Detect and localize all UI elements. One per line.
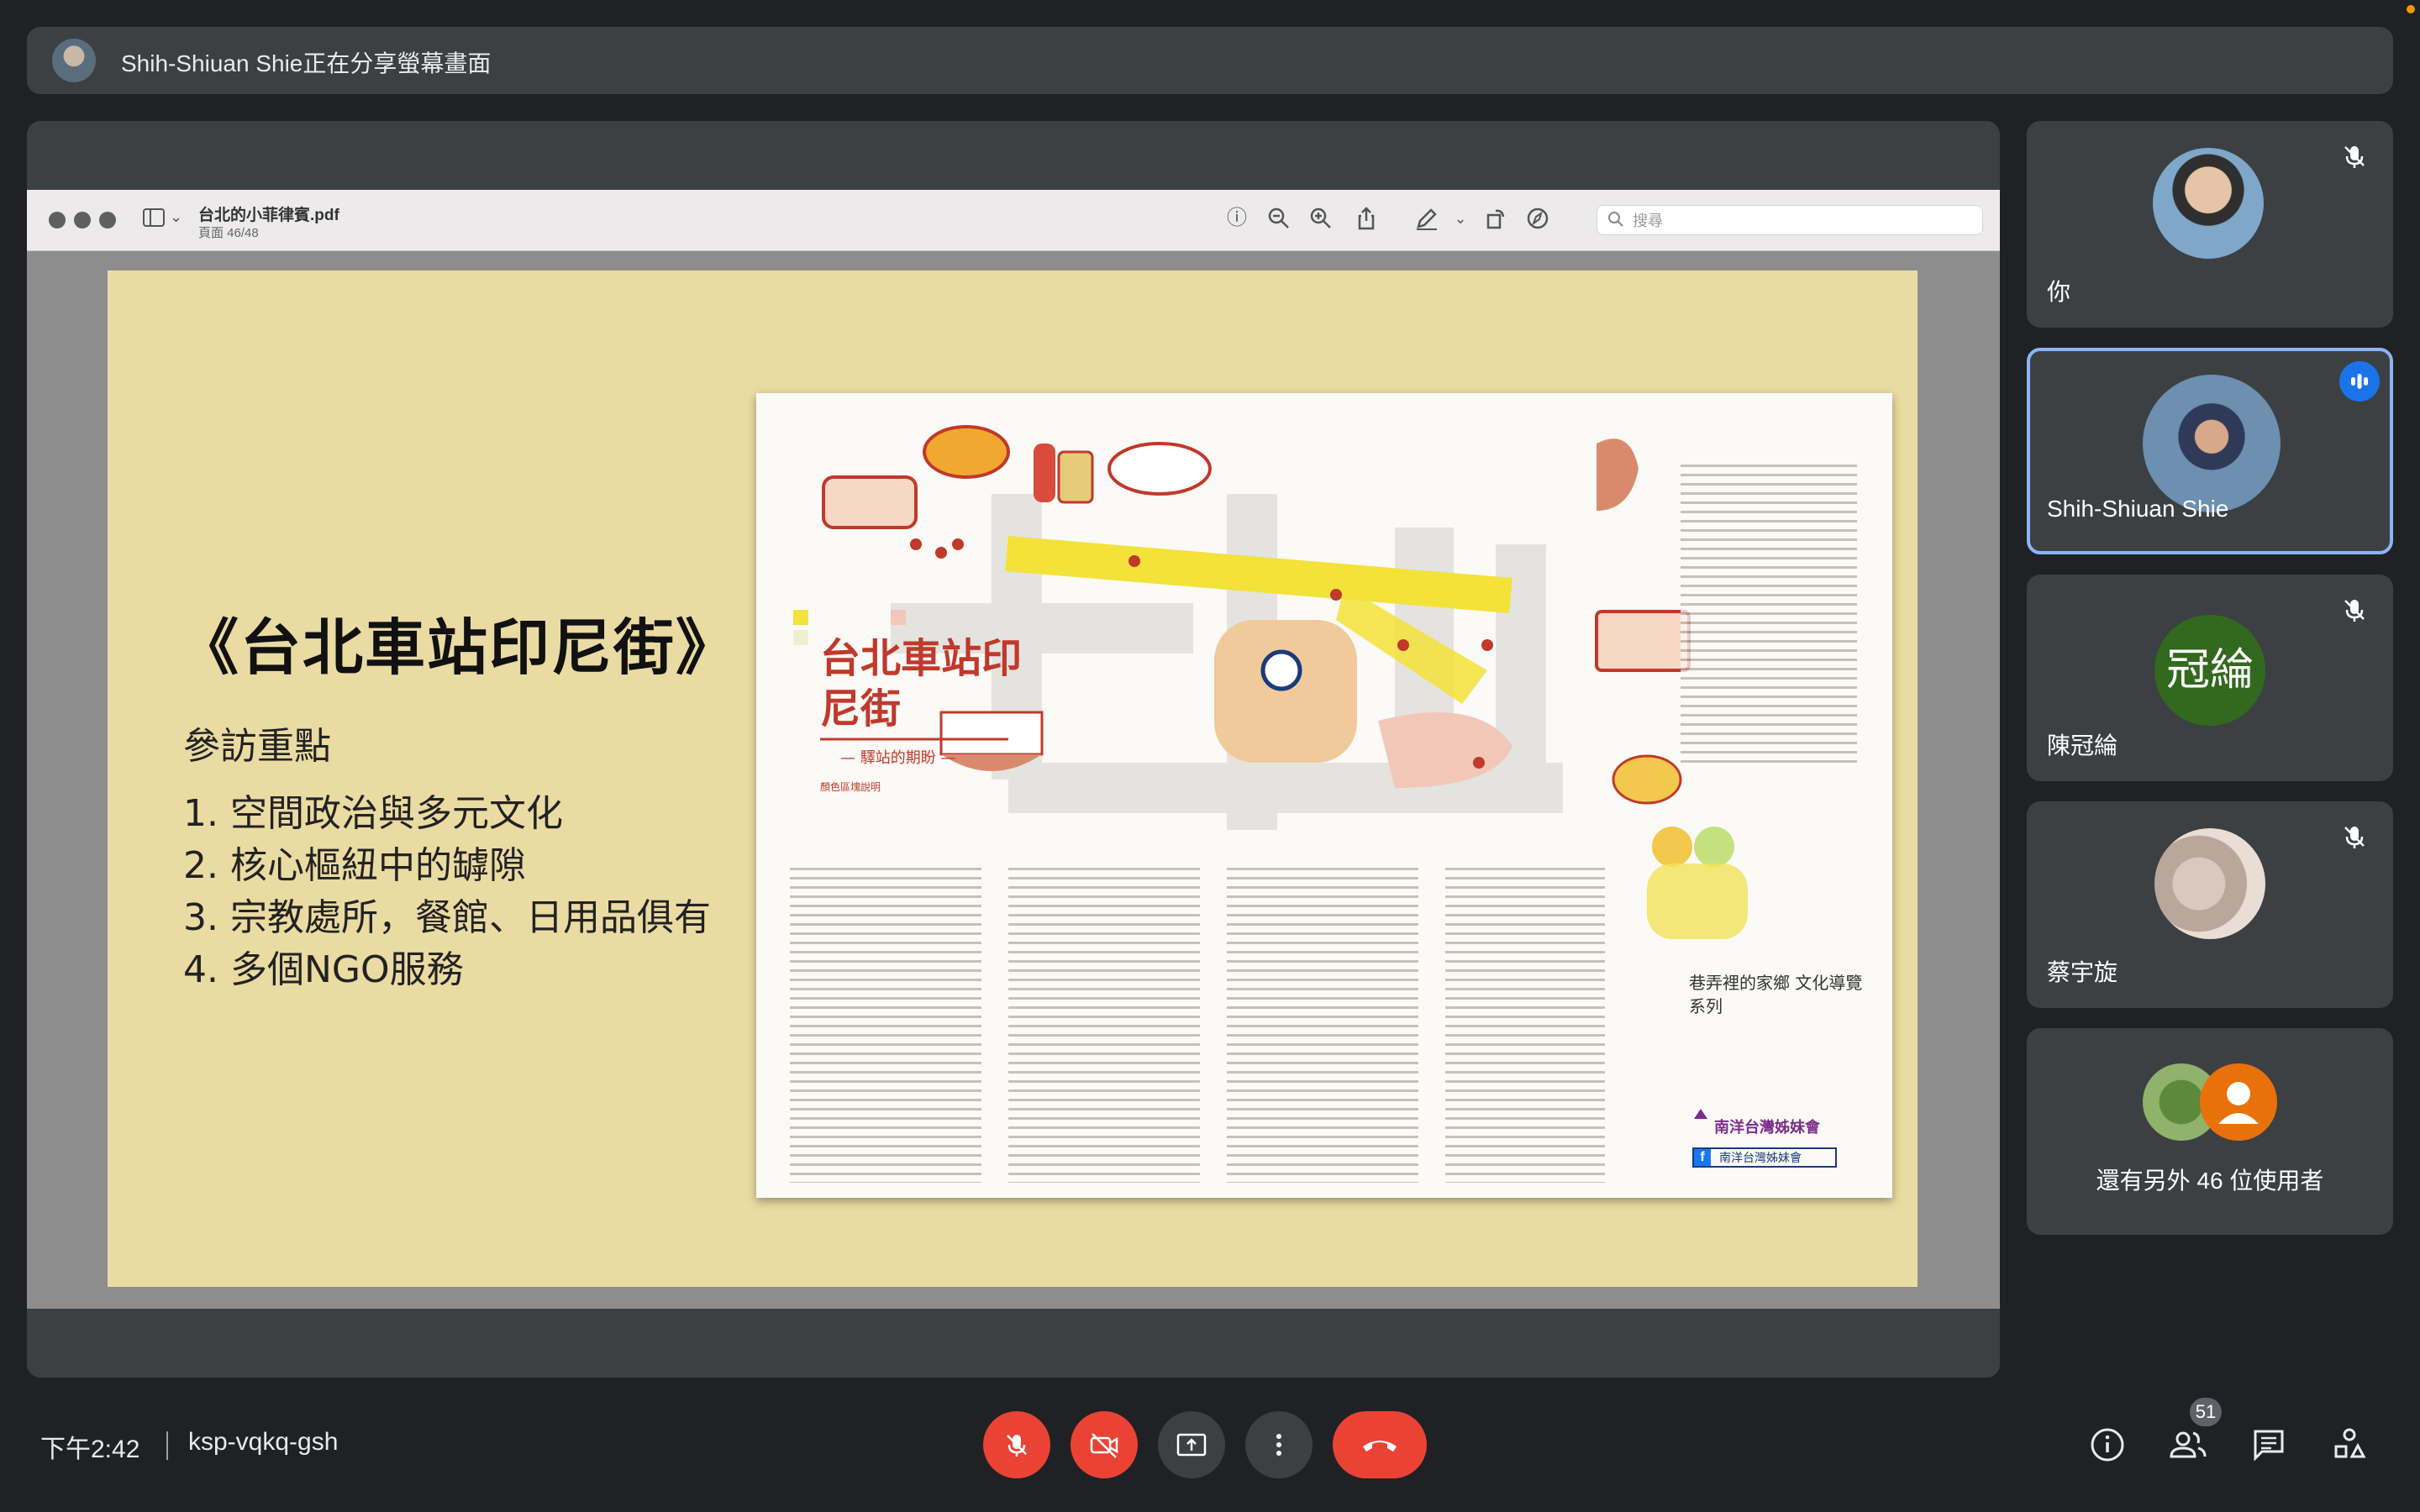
present-button[interactable]: [1158, 1411, 1225, 1478]
participant-name: Shih-Shiuan Shie: [2047, 496, 2229, 522]
window-minimize-button[interactable]: [74, 212, 91, 228]
info-icon[interactable]: ⓘ: [1223, 205, 1250, 232]
zoom-out-icon[interactable]: [1265, 205, 1292, 232]
presentation-slide: 《台北車站印尼街》 參訪重點 1. 空間政治與多元文化 2. 核心樞紐中的罅隙 …: [108, 270, 1918, 1287]
pdf-file-name: 台北的小菲律賓.pdf: [198, 207, 339, 224]
presenter-banner: Shih-Shiuan Shie正在分享螢幕畫面: [27, 27, 2393, 94]
brochure-text-column: [790, 864, 981, 1183]
brochure-legend-title: 顏色區塊說明: [820, 781, 881, 793]
brochure-image: 台北車站印尼街 — 驛站的期盼 — 顏色區塊說明 巷弄裡的家鄉 文化導覽系列 南…: [756, 393, 1892, 1198]
people-icon: [2170, 1431, 2207, 1458]
recording-indicator-dot: [2407, 5, 2415, 13]
pdf-page-info: 頁面 46/48: [198, 226, 259, 240]
pdf-search-input[interactable]: [1631, 209, 1970, 233]
markup-pen-icon[interactable]: [1413, 205, 1440, 232]
avatar: [2153, 148, 2264, 259]
slide-point: 1. 空間政治與多元文化: [183, 792, 563, 835]
slide-bullet-list: 1. 空間政治與多元文化 2. 核心樞紐中的罅隙 3. 宗教處所，餐館、日用品俱…: [183, 788, 711, 996]
participant-tile[interactable]: 蔡宇旋: [2027, 801, 2393, 1008]
hang-up-icon: [1363, 1441, 1397, 1452]
participant-tile[interactable]: 冠綸 陳冠綸: [2027, 575, 2393, 781]
mic-off-icon: [2338, 820, 2371, 853]
annotate-icon[interactable]: [1524, 205, 1551, 232]
chevron-down-icon[interactable]: ⌄: [170, 208, 182, 226]
facebook-icon: f: [1694, 1149, 1711, 1166]
activities-button[interactable]: [2324, 1420, 2375, 1470]
other-participants-tile[interactable]: 還有另外 46 位使用者: [2027, 1028, 2393, 1235]
present-screen-icon: [1176, 1433, 1207, 1457]
people-count-badge: 51: [2190, 1398, 2222, 1426]
mic-off-button[interactable]: [983, 1411, 1050, 1478]
avatar-initials: 冠綸: [2154, 615, 2265, 726]
slide-title: 《台北車站印尼街》: [178, 612, 739, 683]
screen-share-stage: ⌄ 台北的小菲律賓.pdf 頁面 46/48 ⓘ ⌄ 搜尋 《台北車站印尼街》 …: [27, 121, 2000, 1378]
more-vert-icon: [1276, 1434, 1281, 1456]
brochure-text-column: [1227, 864, 1418, 1183]
avatar: [2154, 828, 2265, 939]
brochure-facebook-label: 南洋台灣姊妹會: [1719, 1152, 1802, 1165]
other-participants-count: 還有另外 46 位使用者: [2096, 1168, 2324, 1194]
camera-off-button[interactable]: [1071, 1411, 1138, 1478]
presenter-banner-text: Shih-Shiuan Shie正在分享螢幕畫面: [121, 50, 492, 76]
avatar: [2143, 375, 2281, 512]
brochure-association-name: 南洋台灣姊妹會: [1714, 1119, 1820, 1137]
rotate-icon[interactable]: [1482, 205, 1509, 232]
slide-point: 4. 多個NGO服務: [183, 948, 464, 991]
pdf-search-box[interactable]: [1597, 205, 1983, 235]
participant-name: 蔡宇旋: [2047, 959, 2118, 985]
mic-off-icon: [2338, 593, 2371, 627]
slide-subtitle: 參訪重點: [183, 725, 331, 768]
slide-point: 2. 核心樞紐中的罅隙: [183, 844, 526, 887]
zoom-in-icon[interactable]: [1307, 205, 1334, 232]
chat-icon: [2254, 1430, 2284, 1462]
info-icon: [2091, 1428, 2124, 1462]
speaking-indicator-icon: [2339, 361, 2380, 402]
mic-off-icon: [2338, 139, 2371, 173]
brochure-series-label: 巷弄裡的家鄉 文化導覽系列: [1689, 973, 1863, 1016]
participant-tile-self[interactable]: 你: [2027, 121, 2393, 328]
meeting-details-button[interactable]: [2082, 1420, 2133, 1470]
share-icon[interactable]: [1353, 205, 1380, 232]
slide-point: 3. 宗教處所，餐館、日用品俱有: [183, 896, 711, 939]
brochure-text-column: [1008, 864, 1200, 1183]
chevron-down-icon[interactable]: ⌄: [1447, 205, 1474, 232]
pdf-viewer-window: ⌄ 台北的小菲律賓.pdf 頁面 46/48 ⓘ ⌄ 搜尋 《台北車站印尼街》 …: [27, 190, 2000, 1309]
presenter-avatar: [52, 39, 96, 82]
brochure-caption: — 驛站的期盼 —: [840, 749, 956, 767]
leave-call-button[interactable]: [1333, 1411, 1427, 1478]
avatar: [2200, 1063, 2277, 1141]
camera-off-icon: [1090, 1433, 1118, 1458]
more-options-button[interactable]: [1245, 1411, 1313, 1478]
sidebar-toggle-icon[interactable]: [143, 208, 165, 227]
participant-name: 陳冠綸: [2047, 732, 2118, 759]
people-button[interactable]: [2163, 1420, 2213, 1470]
chat-button[interactable]: [2244, 1420, 2294, 1470]
mic-off-icon: [1007, 1435, 1027, 1457]
brochure-title: 台北車站印尼街: [820, 635, 1023, 732]
brochure-text-column: [1681, 460, 1857, 763]
search-icon: [1606, 209, 1626, 234]
window-close-button[interactable]: [49, 212, 66, 228]
meeting-code: ksp-vqkq-gsh: [188, 1428, 339, 1456]
divider: [166, 1431, 168, 1460]
meeting-clock: 下午2:42: [40, 1436, 140, 1463]
pdf-viewer-toolbar: ⌄ 台北的小菲律賓.pdf 頁面 46/48 ⓘ ⌄: [27, 190, 2000, 251]
brochure-text-column: [1445, 864, 1605, 1183]
window-zoom-button[interactable]: [99, 212, 116, 228]
participant-tile-speaker[interactable]: Shih-Shiuan Shie: [2027, 348, 2393, 554]
activities-icon: [2334, 1428, 2366, 1458]
participant-name: 你: [2047, 279, 2071, 305]
